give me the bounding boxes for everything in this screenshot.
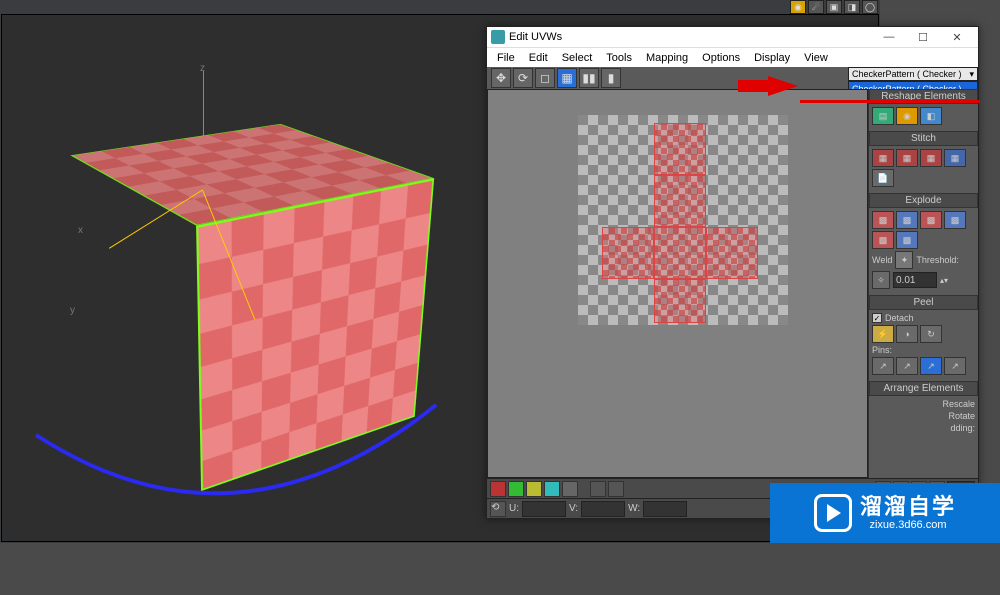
align-center-icon[interactable]: ◉ [896,107,918,125]
close-button[interactable]: ✕ [940,27,974,47]
play-icon [814,494,852,532]
global-top-bar: ◉ ☄ ▣ ◨ ◯ [790,0,878,14]
uv-island-left[interactable] [602,227,654,279]
rollout-stitch-head[interactable]: Stitch [869,131,978,146]
stitch2-icon[interactable]: ▦ [896,149,918,167]
exp1-icon[interactable]: ▩ [872,211,894,229]
axis-z-label: z [200,63,205,74]
people-icon[interactable]: ▣ [826,0,842,14]
uv-island-right[interactable] [706,227,758,279]
top-toolbar: ✥ ⟳ ◻ ▦ ▮▮ ▮ UV ▦ CheckerPattern ( Check… [487,67,978,89]
pin4-icon[interactable]: ↗ [944,357,966,375]
window-title: Edit UVWs [509,31,562,43]
stitch1-icon[interactable]: ▦ [872,149,894,167]
pin2-icon[interactable]: ↗ [896,357,918,375]
texture-dropdown-selected[interactable]: CheckerPattern ( Checker ) ▾ [848,67,978,81]
unweld-icon[interactable]: ✧ [872,271,890,289]
sync-icon[interactable]: ⟲ [490,501,506,517]
stitch3-icon[interactable]: ▦ [920,149,942,167]
selection-arc [16,375,456,595]
annotation-underline [800,100,980,103]
align-right-icon[interactable]: ◧ [920,107,942,125]
world-icon[interactable]: ◉ [790,0,806,14]
axis-y-label: y [70,305,75,316]
move-icon[interactable]: ✥ [491,68,511,88]
peel1-icon[interactable]: ⚡ [872,325,894,343]
exp2-icon[interactable]: ▩ [896,211,918,229]
sep1-icon[interactable] [590,481,606,497]
rotate-label: Rotate [948,411,975,421]
align-left-icon[interactable]: ▤ [872,107,894,125]
v-label: V: [569,503,578,514]
peel3-icon[interactable]: ↻ [920,325,942,343]
menu-edit[interactable]: Edit [523,52,554,64]
circle-icon[interactable]: ◯ [862,0,878,14]
annotation-arrow-head [768,76,798,96]
uv-island-top[interactable] [654,123,706,175]
subobj-element-icon[interactable] [544,481,560,497]
pin3-icon[interactable]: ↗ [920,357,942,375]
stitch4-icon[interactable]: ▦ [944,149,966,167]
titlebar[interactable]: Edit UVWs — ☐ ✕ [487,27,978,47]
pins-label: Pins: [872,345,975,355]
threshold-input[interactable] [893,272,937,288]
rollout-explode-head[interactable]: Explode [869,193,978,208]
w-label: W: [628,503,640,514]
u-input[interactable] [522,501,566,517]
weld-icon[interactable]: ✦ [895,251,913,269]
settings-icon[interactable]: ◨ [844,0,860,14]
uv-canvas[interactable] [487,89,868,478]
app-icon [491,30,505,44]
uv-island-front[interactable] [654,175,706,227]
rescale-label: Rescale [942,399,975,409]
pin1-icon[interactable]: ↗ [872,357,894,375]
rollout-arrange-head[interactable]: Arrange Elements [869,381,978,396]
rollout-panel: Reshape Elements ▤ ◉ ◧ Stitch ▦ ▦ ▦ ▦ 📄 [868,89,978,478]
menubar: File Edit Select Tools Mapping Options D… [487,47,978,67]
watermark-small: zixue.3d66.com [869,519,946,531]
subobj-poly-icon[interactable] [562,481,578,497]
menu-file[interactable]: File [491,52,521,64]
v-input[interactable] [581,501,625,517]
watermark-big: 溜溜自学 [860,495,956,519]
uv-island-bottom[interactable] [654,227,706,279]
subobj-vertex-icon[interactable] [490,481,506,497]
uv-island-back[interactable] [654,279,706,323]
axis-x-label: x [78,225,83,236]
subobj-edge-icon[interactable] [508,481,524,497]
u-label: U: [509,503,519,514]
menu-options[interactable]: Options [696,52,746,64]
scale-icon[interactable]: ◻ [535,68,555,88]
spotlight-icon[interactable]: ☄ [808,0,824,14]
watermark: 溜溜自学 zixue.3d66.com [770,483,1000,543]
peel2-icon[interactable]: ◑ [896,325,918,343]
detach-label: Detach [885,313,914,323]
menu-display[interactable]: Display [748,52,796,64]
exp3-icon[interactable]: ▩ [920,211,942,229]
mirror-icon[interactable]: ▮▮ [579,68,599,88]
menu-view[interactable]: View [798,52,834,64]
menu-tools[interactable]: Tools [600,52,638,64]
freeform-icon[interactable]: ▦ [557,68,577,88]
menu-select[interactable]: Select [556,52,599,64]
padding-label: dding: [950,423,975,433]
exp5-icon[interactable]: ▩ [872,231,894,249]
rotate-icon[interactable]: ⟳ [513,68,533,88]
exp4-icon[interactable]: ▩ [944,211,966,229]
menu-mapping[interactable]: Mapping [640,52,694,64]
rollout-peel-head[interactable]: Peel [869,295,978,310]
threshold-label: Threshold: [916,255,959,265]
maximize-button[interactable]: ☐ [906,27,940,47]
detach-checkbox[interactable]: ✓ [872,313,882,323]
weld-label: Weld [872,255,892,265]
mirror-v-icon[interactable]: ▮ [601,68,621,88]
minimize-button[interactable]: — [872,27,906,47]
w-input[interactable] [643,501,687,517]
copy-icon[interactable]: 📄 [872,169,894,187]
sep2-icon[interactable] [608,481,624,497]
exp6-icon[interactable]: ▩ [896,231,918,249]
subobj-face-icon[interactable] [526,481,542,497]
